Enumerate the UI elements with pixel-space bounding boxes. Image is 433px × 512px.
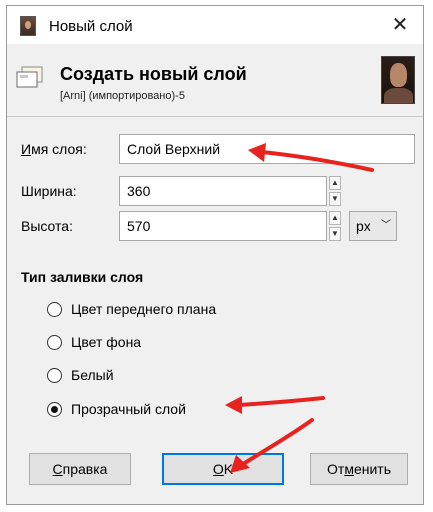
fill-option-label: Цвет фона — [71, 334, 142, 350]
dialog-header: Создать новый слой [Arni] (импортировано… — [7, 44, 423, 116]
fill-option-label: Белый — [71, 367, 114, 383]
radio-button[interactable] — [47, 335, 62, 350]
layer-name-input[interactable]: Слой Верхний — [119, 134, 415, 164]
fill-option-label: Прозрачный слой — [71, 401, 186, 417]
image-name: [Arni] (импортировано)-5 — [60, 90, 185, 102]
help-button[interactable]: Справка — [29, 453, 131, 485]
width-label: Ширина: — [21, 183, 77, 199]
radio-button-selected[interactable] — [47, 402, 62, 417]
close-button[interactable]: ✕ — [387, 12, 413, 38]
image-thumbnail — [381, 56, 415, 104]
height-spinner[interactable]: ▲ ▼ — [329, 211, 341, 241]
radio-button[interactable] — [47, 368, 62, 383]
unit-select[interactable]: px ﹀ — [349, 211, 397, 241]
window-title: Новый слой — [49, 18, 133, 35]
height-increment-button[interactable]: ▲ — [329, 211, 341, 225]
fill-option-label: Цвет переднего плана — [71, 301, 217, 317]
height-label: Высота: — [21, 218, 73, 234]
unit-value: px — [356, 218, 371, 234]
fill-type-heading: Тип заливки слоя — [21, 269, 144, 285]
width-increment-button[interactable]: ▲ — [329, 176, 341, 190]
width-input[interactable]: 360 — [119, 176, 327, 206]
height-input[interactable]: 570 — [119, 211, 327, 241]
layer-name-label: Имя слоя: — [21, 141, 87, 157]
gimp-app-icon — [20, 16, 36, 36]
divider — [7, 116, 423, 117]
dialog-heading: Создать новый слой — [60, 64, 247, 84]
new-layer-dialog: Новый слой ✕ Создать новый слой [Arni] (… — [6, 5, 424, 505]
width-spinner[interactable]: ▲ ▼ — [329, 176, 341, 206]
width-decrement-button[interactable]: ▼ — [329, 192, 341, 206]
ok-button[interactable]: OK — [162, 453, 284, 485]
title-bar: Новый слой ✕ — [7, 6, 423, 44]
chevron-down-icon: ﹀ — [381, 220, 391, 231]
cancel-button[interactable]: Отменить — [310, 453, 408, 485]
new-layer-icon — [16, 66, 43, 88]
radio-button[interactable] — [47, 302, 62, 317]
height-decrement-button[interactable]: ▼ — [329, 227, 341, 241]
